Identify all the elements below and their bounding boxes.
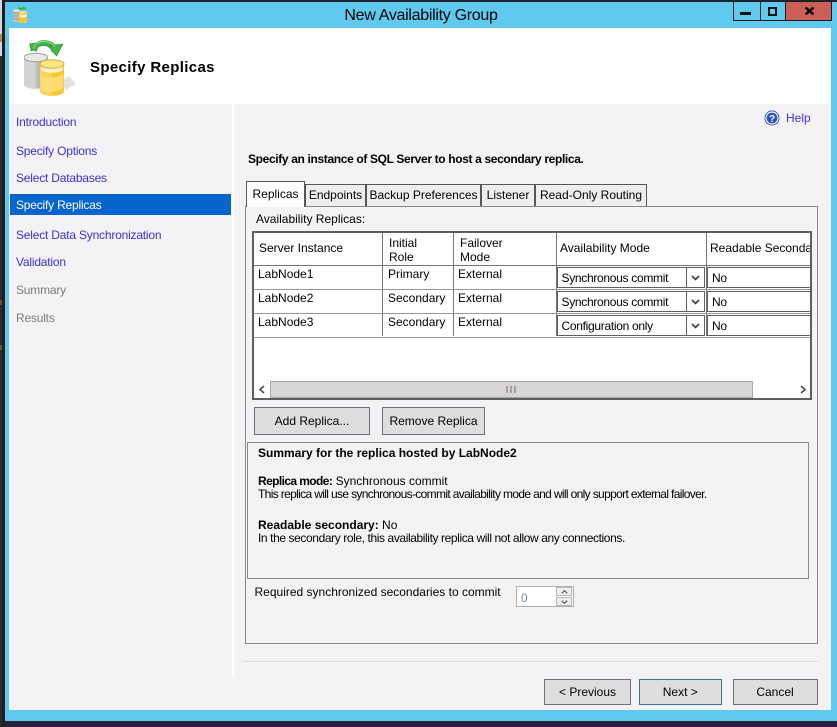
svg-text:?: ? <box>769 114 775 125</box>
